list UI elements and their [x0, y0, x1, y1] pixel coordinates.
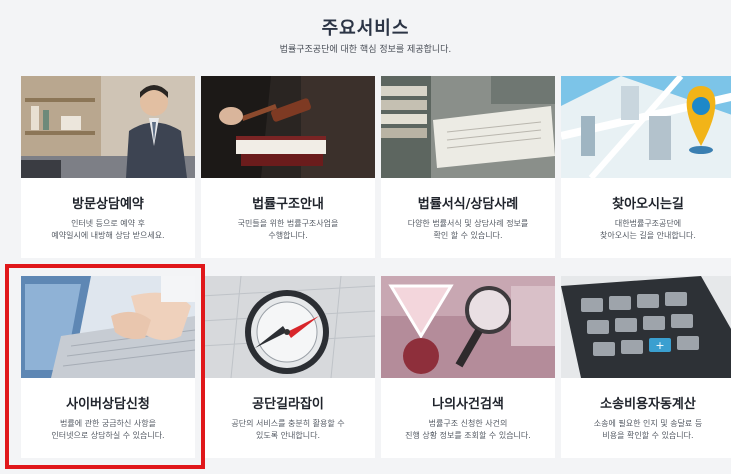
service-title: 나의사건검색 — [432, 397, 504, 412]
service-title: 법률서식/상담사례 — [417, 197, 519, 212]
service-title: 공단길라잡이 — [252, 397, 324, 412]
section-title: 주요서비스 — [321, 18, 410, 39]
map-pin-photo — [561, 76, 731, 178]
svg-text:+: + — [655, 339, 664, 352]
service-description: 법률구조 신청한 사건의 진행 상황 정보를 조회할 수 있습니다. — [405, 419, 531, 440]
service-description: 국민들을 위한 법률구조사업을 수행합니다. — [237, 219, 339, 240]
service-card-directions[interactable]: 찾아오시는길 대한법률구조공단에 찾아오시는 길을 안내합니다. — [561, 76, 731, 258]
service-title: 사이버상담신청 — [66, 397, 150, 412]
service-description: 소송에 필요한 인지 및 송달료 등 비용을 확인할 수 있습니다. — [593, 419, 703, 440]
books-photo — [381, 76, 555, 178]
service-description: 대한법률구조공단에 찾아오시는 길을 안내합니다. — [600, 219, 696, 240]
service-description: 다양한 법률서식 및 상담사례 정보를 확인 할 수 있습니다. — [407, 219, 529, 240]
section-subtitle: 법률구조공단에 대한 핵심 정보를 제공합니다. — [279, 45, 452, 55]
service-card-cost-calculator[interactable]: + 소송비용자동계산 소송에 필요한 인지 및 송달료 등 비용을 확인할 수 있… — [561, 276, 731, 458]
consultation-photo — [21, 76, 195, 178]
calculator-photo: + — [561, 276, 731, 378]
service-description: 법률에 관한 궁금하신 사항을 인터넷으로 상담하실 수 있습니다. — [51, 419, 165, 440]
service-description: 공단의 서비스를 충분히 활용할 수 있도록 안내합니다. — [231, 419, 345, 440]
service-card-legal-aid[interactable]: 법률구조안내 국민들을 위한 법률구조사업을 수행합니다. — [201, 76, 375, 258]
service-card-visit-consultation[interactable]: 방문상담예약 인터넷 등으로 예약 후 예약일시에 내방해 상담 받으세요. — [21, 76, 195, 258]
section-header: 주요서비스 법률구조공단에 대한 핵심 정보를 제공합니다. — [0, 0, 731, 70]
magnifier-photo — [381, 276, 555, 378]
service-card-legal-forms[interactable]: 법률서식/상담사례 다양한 법률서식 및 상담사례 정보를 확인 할 수 있습니다… — [381, 76, 555, 258]
compass-photo — [201, 276, 375, 378]
gavel-photo — [201, 76, 375, 178]
service-card-cyber-consultation[interactable]: 사이버상담신청 법률에 관한 궁금하신 사항을 인터넷으로 상담하실 수 있습니다… — [21, 276, 195, 458]
service-title: 법률구조안내 — [252, 197, 324, 212]
service-title: 방문상담예약 — [72, 197, 144, 212]
service-card-guide[interactable]: 공단길라잡이 공단의 서비스를 충분히 활용할 수 있도록 안내합니다. — [201, 276, 375, 458]
service-title: 소송비용자동계산 — [600, 397, 696, 412]
service-title: 찾아오시는길 — [612, 197, 684, 212]
service-card-case-search[interactable]: 나의사건검색 법률구조 신청한 사건의 진행 상황 정보를 조회할 수 있습니다. — [381, 276, 555, 458]
service-description: 인터넷 등으로 예약 후 예약일시에 내방해 상담 받으세요. — [51, 219, 165, 240]
laptop-typing-photo — [21, 276, 195, 378]
